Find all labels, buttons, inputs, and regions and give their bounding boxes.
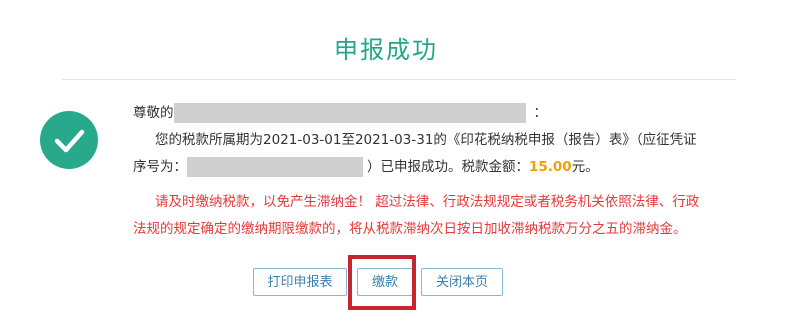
greeting-suffix: ： [533, 105, 548, 121]
payment-warning: 请及时缴纳税款，以免产生滞纳金！ 超过法律、行政法规规定或者税务机关依照法律、行… [133, 189, 763, 243]
check-circle-icon [40, 111, 98, 169]
sequence-prefix: 序号为： [133, 159, 187, 175]
sequence-line: 序号为： ）已申报成功。税款金额：15.00元。 [133, 154, 763, 181]
result-message: 尊敬的 ： 您的税款所属期为2021-03-01至2021-03-31的《印花税纳… [133, 100, 763, 243]
greeting-prefix: 尊敬的 [133, 105, 174, 121]
print-declaration-button[interactable]: 打印申报表 [253, 268, 347, 296]
warning-line-1: 请及时缴纳税款，以免产生滞纳金！ 超过法律、行政法规规定或者税务机关依照法律、行… [155, 194, 700, 210]
page: 申报成功 尊敬的 ： 您的税款所属期为2021-03-01至2021-03-31的… [0, 0, 800, 330]
title-divider [62, 79, 736, 80]
warning-line-2: 法规的规定确定的缴纳期限缴款的，将从税款滞纳次日按日加收滞纳税款万分之五的滞纳金… [133, 221, 687, 237]
sequence-suffix: ）已申报成功。税款金额： [367, 159, 529, 175]
tax-period-line: 您的税款所属期为2021-03-01至2021-03-31的《印花税纳税申报（报… [133, 127, 763, 154]
tax-amount: 15.00 [529, 159, 572, 175]
amount-unit: 元。 [571, 159, 599, 175]
pay-button[interactable]: 缴款 [357, 268, 413, 296]
close-page-button[interactable]: 关闭本页 [421, 268, 503, 296]
page-title: 申报成功 [334, 36, 438, 64]
greeting-line: 尊敬的 ： [133, 100, 763, 127]
check-mark-icon [54, 129, 85, 153]
action-bar: 打印申报表 缴款 关闭本页 [0, 263, 800, 303]
sequence-number-redacted [187, 157, 363, 177]
taxpayer-name-redacted [173, 103, 526, 123]
tax-period-text: 您的税款所属期为2021-03-01至2021-03-31的《印花税纳税申报（报… [155, 132, 697, 148]
